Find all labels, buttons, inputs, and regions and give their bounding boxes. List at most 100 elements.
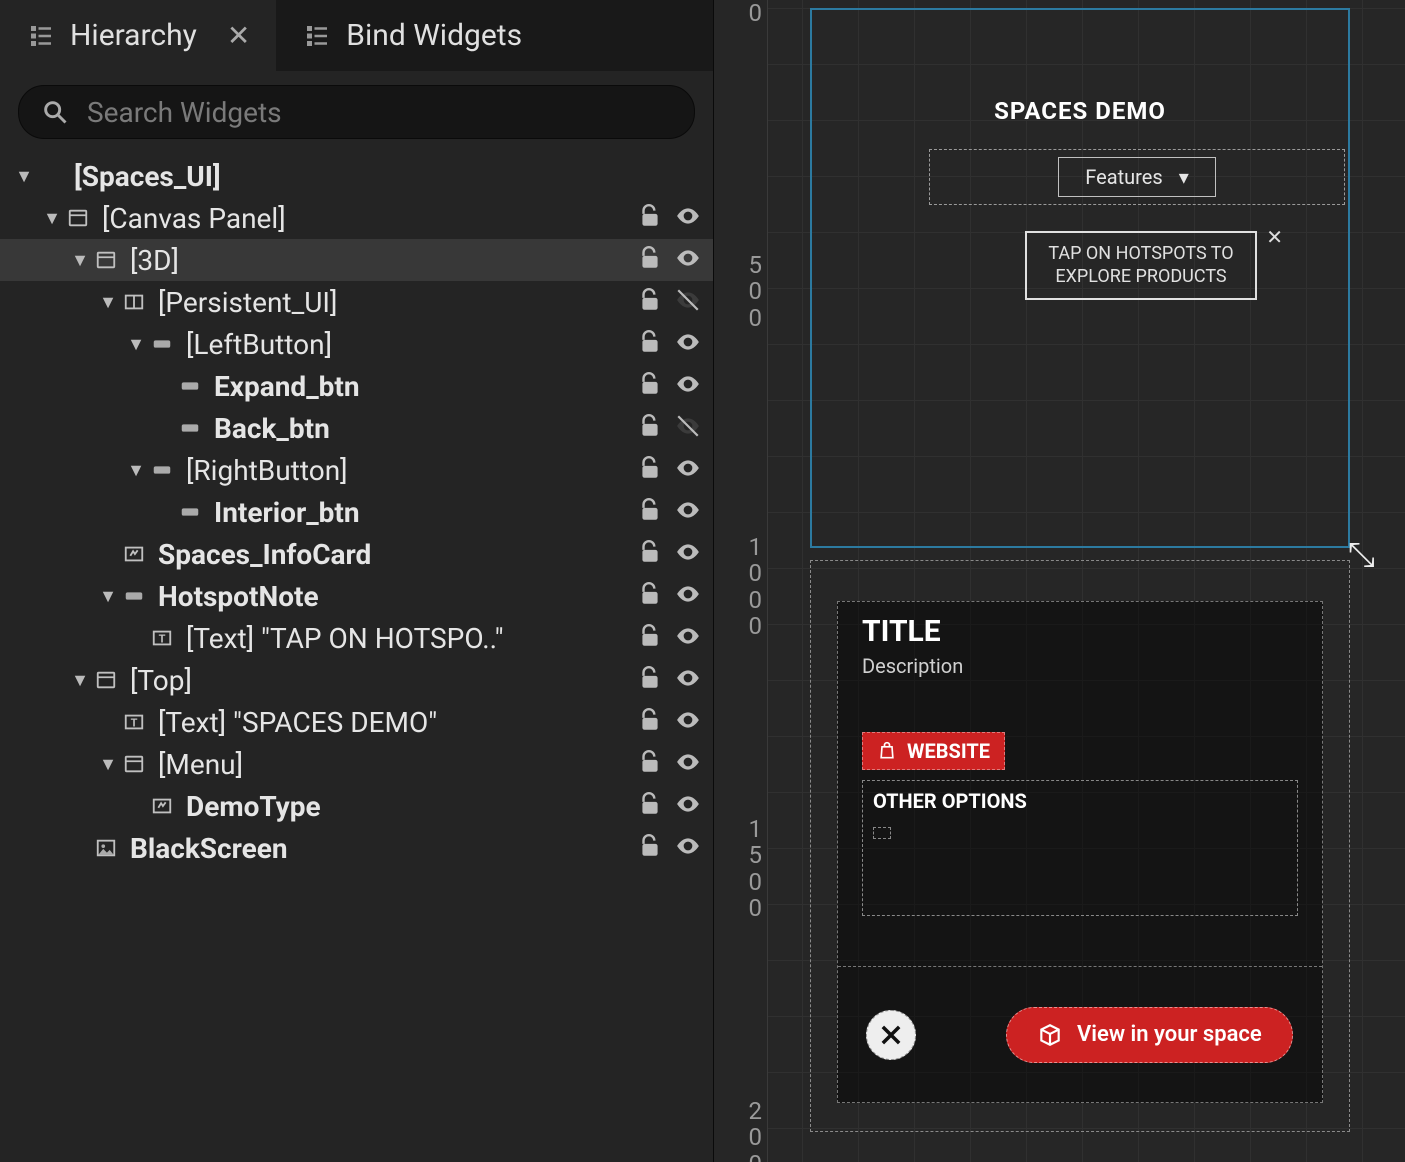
tree-row-3d[interactable]: ▼[3D] — [0, 239, 713, 281]
tree-label: Expand_btn — [214, 370, 637, 403]
ruler-tick: 500 — [720, 252, 762, 331]
resize-handle-icon[interactable]: ⤡ — [1348, 535, 1375, 575]
detail-description: Description — [862, 654, 963, 678]
tree-row-interior[interactable]: ▼Interior_btn — [0, 491, 713, 533]
text-icon — [148, 626, 176, 650]
vertical-ruler: 0 500 1000 1500 2000 — [714, 0, 768, 1162]
expand-arrow-icon[interactable]: ▼ — [124, 460, 148, 481]
lock-icon[interactable] — [637, 581, 663, 611]
button-icon — [176, 374, 204, 398]
lock-icon[interactable] — [637, 833, 663, 863]
tree-label: [Text] "SPACES DEMO" — [158, 706, 637, 739]
lock-icon[interactable] — [637, 371, 663, 401]
tree-row-demotype[interactable]: ▼DemoType — [0, 785, 713, 827]
tree-label: Interior_btn — [214, 496, 637, 529]
panel-icon — [92, 668, 120, 692]
search-box[interactable] — [18, 85, 695, 139]
tree-row-menu[interactable]: ▼[Menu] — [0, 743, 713, 785]
eye-off-icon[interactable] — [675, 287, 701, 317]
expand-arrow-icon[interactable]: ▼ — [12, 166, 36, 187]
eye-icon[interactable] — [675, 371, 701, 401]
lock-icon[interactable] — [637, 413, 663, 443]
eye-icon[interactable] — [675, 329, 701, 359]
eye-icon[interactable] — [675, 833, 701, 863]
infocard-inner: TITLE Description WEBSITE OTHER OPTIONS — [837, 601, 1323, 1103]
selected-3d-frame[interactable]: SPACES DEMO Features ▾ ✕ TAP ON HOTSPOTS… — [810, 8, 1350, 548]
lock-icon[interactable] — [637, 665, 663, 695]
widget-tree[interactable]: ▼[Spaces_UI]▼[Canvas Panel]▼[3D]▼[Persis… — [0, 153, 713, 1162]
tree-row-back[interactable]: ▼Back_btn — [0, 407, 713, 449]
lock-icon[interactable] — [637, 749, 663, 779]
eye-icon[interactable] — [675, 581, 701, 611]
eye-icon[interactable] — [675, 245, 701, 275]
lock-icon[interactable] — [637, 497, 663, 527]
view-in-space-button[interactable]: View in your space — [1006, 1007, 1293, 1063]
hotspot-note[interactable]: ✕ TAP ON HOTSPOTS TO EXPLORE PRODUCTS — [1025, 231, 1257, 300]
tree-row-expand[interactable]: ▼Expand_btn — [0, 365, 713, 407]
tree-row-leftbtn[interactable]: ▼[LeftButton] — [0, 323, 713, 365]
button-icon — [120, 584, 148, 608]
expand-arrow-icon[interactable]: ▼ — [68, 670, 92, 691]
tree-label: Spaces_InfoCard — [158, 538, 637, 571]
infocard-bottom-bar: View in your space — [838, 966, 1322, 1102]
eye-icon[interactable] — [675, 707, 701, 737]
lock-icon[interactable] — [637, 329, 663, 359]
lock-icon[interactable] — [637, 623, 663, 653]
tab-hierarchy[interactable]: Hierarchy ✕ — [0, 0, 276, 71]
tree-label: HotspotNote — [158, 580, 637, 613]
website-button[interactable]: WEBSITE — [862, 732, 1005, 770]
lock-icon[interactable] — [637, 245, 663, 275]
lock-icon[interactable] — [637, 203, 663, 233]
panel-icon — [120, 752, 148, 776]
tree-row-top[interactable]: ▼[Top] — [0, 659, 713, 701]
eye-icon[interactable] — [675, 749, 701, 779]
close-icon[interactable]: ✕ — [1266, 225, 1283, 250]
button-icon — [176, 500, 204, 524]
infocard-frame[interactable]: ⤡ TITLE Description WEBSITE OTHER OPTION… — [810, 560, 1350, 1132]
expand-arrow-icon[interactable]: ▼ — [68, 250, 92, 271]
tree-row-root[interactable]: ▼[Spaces_UI] — [0, 155, 713, 197]
lock-icon[interactable] — [637, 455, 663, 485]
close-button[interactable] — [866, 1010, 916, 1060]
lock-icon[interactable] — [637, 287, 663, 317]
panel-icon — [64, 206, 92, 230]
widget-icon — [120, 542, 148, 566]
eye-icon[interactable] — [675, 203, 701, 233]
tree-row-blackscreen[interactable]: ▼BlackScreen — [0, 827, 713, 869]
tree-row-infocard[interactable]: ▼Spaces_InfoCard — [0, 533, 713, 575]
ruler-tick: 1000 — [720, 534, 762, 640]
ruler-tick: 1500 — [720, 816, 762, 922]
eye-icon[interactable] — [675, 791, 701, 821]
expand-arrow-icon[interactable]: ▼ — [40, 208, 64, 229]
eye-icon[interactable] — [675, 665, 701, 695]
features-dropdown[interactable]: Features ▾ — [1058, 157, 1216, 197]
tree-row-canvas[interactable]: ▼[Canvas Panel] — [0, 197, 713, 239]
tree-row-toptext[interactable]: ▼[Text] "SPACES DEMO" — [0, 701, 713, 743]
eye-icon[interactable] — [675, 455, 701, 485]
eye-icon[interactable] — [675, 623, 701, 653]
tab-bind-widgets[interactable]: Bind Widgets — [276, 0, 548, 71]
expand-arrow-icon[interactable]: ▼ — [96, 754, 120, 775]
close-icon[interactable]: ✕ — [227, 19, 250, 52]
tree-label: [Text] "TAP ON HOTSPO.." — [186, 622, 637, 655]
lock-icon[interactable] — [637, 539, 663, 569]
tree-row-persist[interactable]: ▼[Persistent_UI] — [0, 281, 713, 323]
view-label: View in your space — [1077, 1022, 1262, 1047]
panel-icon — [92, 248, 120, 272]
expand-arrow-icon[interactable]: ▼ — [96, 586, 120, 607]
eye-icon[interactable] — [675, 497, 701, 527]
tree-row-rightbtn[interactable]: ▼[RightButton] — [0, 449, 713, 491]
eye-off-icon[interactable] — [675, 413, 701, 443]
eye-icon[interactable] — [675, 539, 701, 569]
expand-arrow-icon[interactable]: ▼ — [124, 334, 148, 355]
menu-container[interactable]: Features ▾ — [929, 149, 1345, 205]
other-options-box[interactable]: OTHER OPTIONS — [862, 780, 1298, 916]
tree-row-hotspotnote[interactable]: ▼ HotspotNote — [0, 575, 713, 617]
search-input[interactable] — [87, 96, 672, 129]
designer-canvas[interactable]: 0 500 1000 1500 2000 SPACES DEMO Feature… — [714, 0, 1405, 1162]
lock-icon[interactable] — [637, 707, 663, 737]
tree-label: Back_btn — [214, 412, 637, 445]
tree-row-hotspottext[interactable]: ▼[Text] "TAP ON HOTSPO.." — [0, 617, 713, 659]
expand-arrow-icon[interactable]: ▼ — [96, 292, 120, 313]
lock-icon[interactable] — [637, 791, 663, 821]
